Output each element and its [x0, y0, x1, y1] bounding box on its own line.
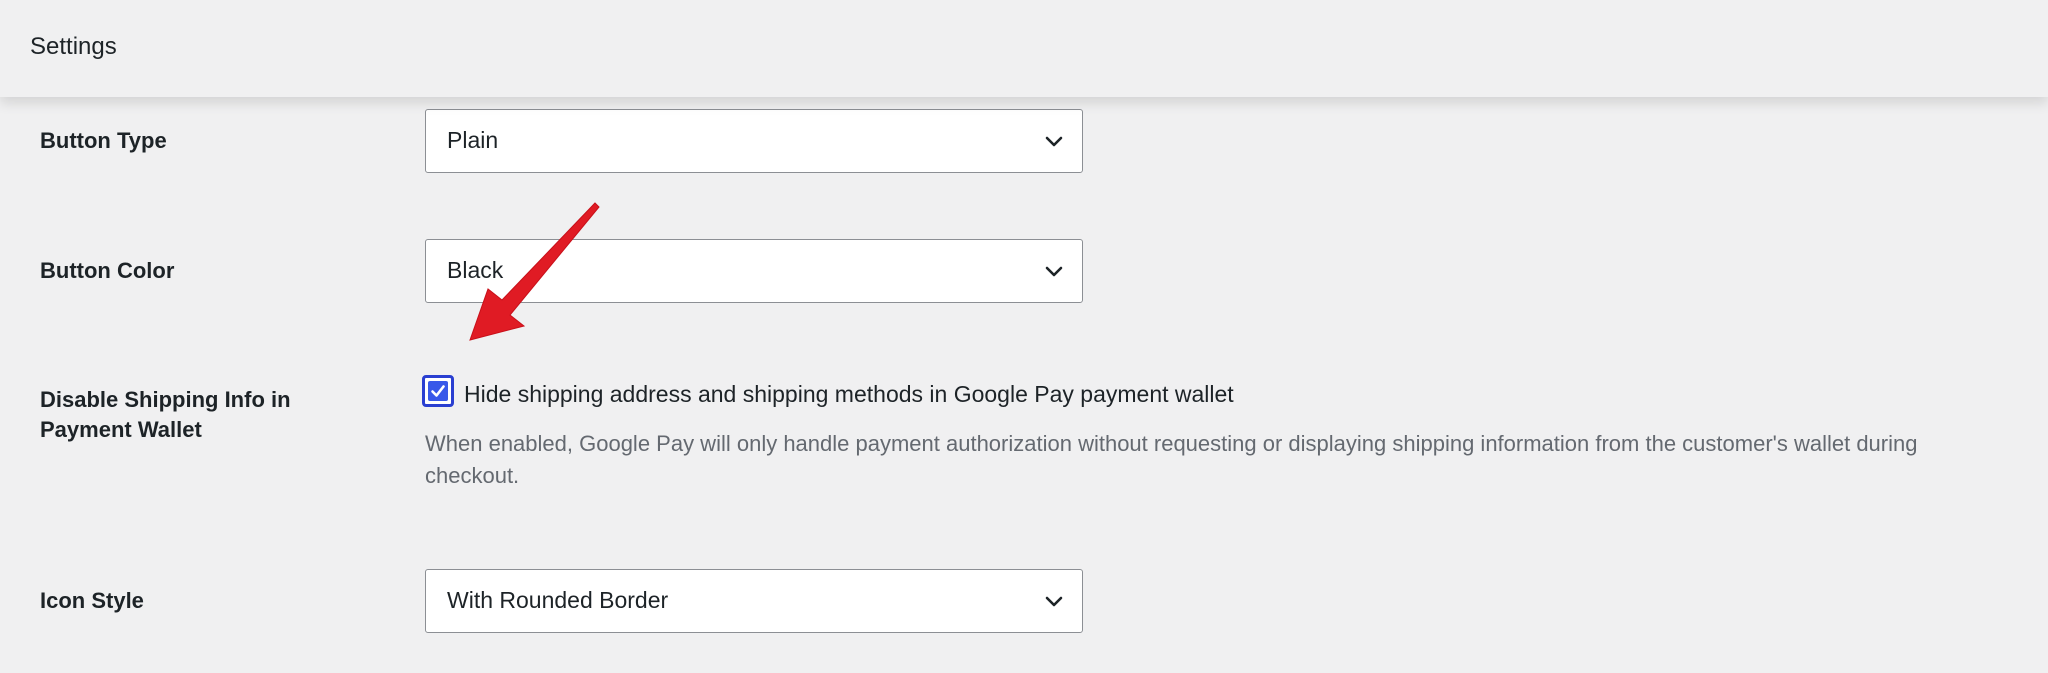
page-title: Settings	[30, 33, 117, 60]
checkmark-icon	[431, 385, 445, 397]
checkbox-fill	[428, 381, 448, 401]
disable-shipping-label-line2: Payment Wallet	[40, 417, 202, 442]
icon-style-select[interactable]: With Rounded Border	[425, 569, 1083, 633]
hide-shipping-checkbox[interactable]	[422, 375, 454, 407]
disable-shipping-description: When enabled, Google Pay will only handl…	[425, 431, 1918, 488]
disable-shipping-label-line1: Disable Shipping Info in	[40, 387, 291, 412]
red-arrow-icon	[469, 202, 600, 341]
button-type-select[interactable]: Plain	[425, 109, 1083, 173]
chevron-down-icon	[1045, 136, 1063, 147]
button-type-value: Plain	[447, 127, 499, 153]
disable-shipping-label: Disable Shipping Info in Payment Wallet	[40, 385, 291, 445]
icon-style-value: With Rounded Border	[447, 587, 669, 613]
hide-shipping-checkbox-label[interactable]: Hide shipping address and shipping metho…	[464, 381, 1234, 408]
settings-header: Settings	[0, 0, 2048, 97]
button-type-label: Button Type	[40, 128, 167, 153]
icon-style-label: Icon Style	[40, 588, 144, 613]
chevron-down-icon	[1045, 596, 1063, 607]
button-color-label: Button Color	[40, 258, 175, 283]
chevron-down-icon	[1045, 266, 1063, 277]
